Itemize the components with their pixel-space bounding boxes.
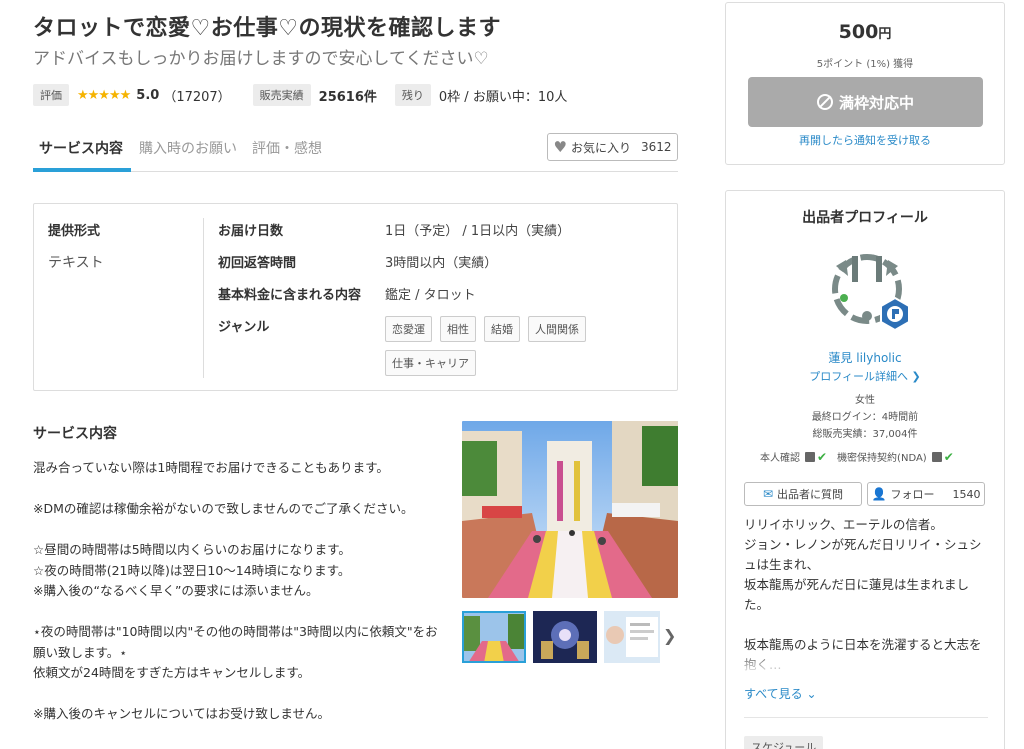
user-plus-icon: 👤 <box>871 487 887 501</box>
thumbnail-3[interactable] <box>604 611 660 663</box>
seller-name[interactable]: 蓮見 lilyholic <box>726 349 1004 366</box>
genre-label: ジャンル <box>218 320 270 335</box>
remaining-label: 残り <box>394 84 431 106</box>
platinum-badge-icon <box>879 296 911 332</box>
active-tab-indicator <box>33 168 131 172</box>
favorite-label: お気に入り <box>570 140 631 155</box>
delivery-days-label: お届け日数 <box>218 224 284 239</box>
purchase-box: 500円 5ポイント (1%) 獲得 満枠対応中 再開したら通知を受け取る <box>725 2 1005 165</box>
heart-icon: ♥ <box>553 138 567 156</box>
message-seller-button[interactable]: ✉ 出品者に質問 <box>744 482 862 506</box>
service-main-image[interactable] <box>462 421 678 598</box>
thumbnail-2[interactable] <box>533 611 597 663</box>
page-title: タロットで恋愛♡お仕事♡の現状を確認します <box>33 16 501 41</box>
notify-reopen-link[interactable]: 再開したら通知を受け取る <box>726 132 1004 148</box>
nda-label: 機密保持契約(NDA) <box>837 453 927 464</box>
id-card-icon <box>931 451 942 462</box>
id-card-icon <box>805 451 815 462</box>
follow-label: フォロー <box>890 488 935 501</box>
thumbnail-1[interactable] <box>462 611 526 663</box>
identity-verified-label: 本人確認 <box>760 453 800 464</box>
flower-street-image <box>462 421 678 598</box>
price-currency: 円 <box>878 27 892 42</box>
divider <box>203 218 204 378</box>
schedule-label: スケジュール <box>744 736 824 749</box>
genre-tags: 恋愛運 相性 結婚 人間関係 仕事・キャリア <box>385 316 645 376</box>
remaining-value: 0枠 / お願い中：10人 <box>438 89 568 105</box>
profile-detail-link[interactable]: プロフィール詳細へ ❯ <box>726 368 1004 384</box>
tab-reviews[interactable]: 評価・感想 <box>252 138 322 158</box>
genre-tag[interactable]: 結婚 <box>484 316 520 342</box>
message-seller-label: 出品者に質問 <box>777 488 844 501</box>
verification-row: 本人確認 ✔ 機密保持契約(NDA) ✔ <box>760 449 964 465</box>
sales-value: 25616件 <box>318 89 377 105</box>
last-login: 最終ログイン：4時間前 <box>811 412 919 423</box>
favorite-count: 3612 <box>640 140 672 154</box>
points-earned: 5ポイント (1%) 獲得 <box>816 59 914 70</box>
first-reply-value: 3時間以内（実績） <box>385 256 498 271</box>
full-capacity-button[interactable]: 満枠対応中 <box>748 77 983 127</box>
profile-title: 出品者プロフィール <box>802 210 928 226</box>
included-content-label: 基本料金に含まれる内容 <box>218 288 362 303</box>
bio-fade <box>744 651 989 675</box>
format-label: 提供形式 <box>48 224 101 239</box>
follow-button[interactable]: 👤 フォロー 1540 <box>867 482 985 506</box>
tab-service[interactable]: サービス内容 <box>39 138 123 158</box>
follow-count: 1540 <box>952 487 981 501</box>
chevron-right-icon[interactable]: ❯ <box>663 626 676 645</box>
genre-tag[interactable]: 相性 <box>440 316 476 342</box>
full-capacity-label: 満枠対応中 <box>838 93 914 112</box>
price: 500円 <box>726 21 1004 43</box>
tab-purchase-request[interactable]: 購入時のお願い <box>139 138 237 158</box>
favorite-button[interactable]: ♥ お気に入り 3612 <box>547 133 678 161</box>
check-icon: ✔ <box>943 449 954 464</box>
seller-profile-box: 出品者プロフィール 蓮見 lilyholic プロフィール詳細へ ❯ 女性 最終… <box>725 190 1005 749</box>
divider <box>744 717 988 718</box>
thumbnail-image <box>604 611 660 663</box>
price-value: 500 <box>838 21 879 43</box>
prohibited-icon <box>816 94 833 110</box>
mail-icon: ✉ <box>762 487 774 501</box>
delivery-days-value: 1日（予定） / 1日以内（実績） <box>385 224 571 239</box>
sales-label: 販売実績 <box>252 84 311 106</box>
description-text: 混み合っていない際は1時間程でお届けできることもあります。 ※DMの確認は稼働余… <box>33 460 438 721</box>
genre-tag[interactable]: 人間関係 <box>528 316 586 342</box>
rating-label: 評価 <box>33 84 69 106</box>
page-subtitle: アドバイスもしっかりお届けしますので安心してください♡ <box>33 49 489 69</box>
check-icon: ✔ <box>817 449 828 464</box>
see-all-link[interactable]: すべて見る ⌄ <box>744 685 817 702</box>
rating-stars-icon: ★★★★★ <box>77 87 131 103</box>
thumbnail-image <box>462 611 526 663</box>
service-tabs: サービス内容 購入時のお願い 評価・感想 ♥ お気に入り 3612 <box>33 128 678 172</box>
seller-gender: 女性 <box>855 395 875 406</box>
format-value: テキスト <box>48 255 104 271</box>
included-content-value: 鑑定 / タロット <box>385 288 476 303</box>
service-info-box: 提供形式 テキスト お届け日数 1日（予定） / 1日以内（実績） 初回返答時間… <box>33 203 678 391</box>
total-sales: 総販売実績：37,004件 <box>812 429 918 440</box>
thumbnail-image <box>533 611 597 663</box>
genre-tag[interactable]: 仕事・キャリア <box>385 350 476 376</box>
rating-value: 5.0 <box>136 87 160 103</box>
stats-row: 評価 ★★★★★ 5.0 （17207） 販売実績 25616件 残り 0枠 /… <box>33 84 589 106</box>
description-heading: サービス内容 <box>33 426 117 442</box>
genre-tag[interactable]: 恋愛運 <box>385 316 432 342</box>
first-reply-label: 初回返答時間 <box>218 256 297 271</box>
review-count[interactable]: （17207） <box>163 86 230 105</box>
